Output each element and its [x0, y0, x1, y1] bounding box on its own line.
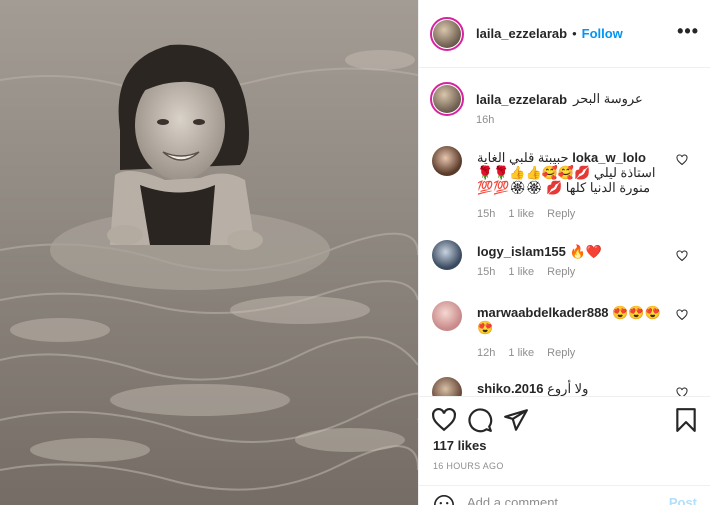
heart-icon[interactable] — [676, 250, 688, 262]
comment-username[interactable]: loka_w_lolo — [572, 150, 646, 165]
bookmark-icon[interactable] — [673, 407, 699, 433]
comment-username[interactable]: logy_islam155 — [477, 244, 566, 259]
comment-meta: 15h 1 like Reply — [477, 208, 585, 220]
comment-text: 🔥❤️ — [569, 244, 602, 259]
comment-meta: 15h 1 like Reply — [477, 266, 585, 278]
heart-icon[interactable] — [431, 407, 457, 433]
post-actions: 117 likes 16 HOURS AGO Post — [419, 396, 710, 505]
comment-body: logy_islam155 🔥❤️ — [477, 244, 672, 259]
comment-avatar[interactable] — [432, 240, 462, 270]
caption-avatar[interactable] — [430, 82, 464, 116]
reply-button[interactable]: Reply — [547, 266, 575, 278]
comment-meta: 12h 1 like Reply — [477, 347, 585, 359]
comment-like-count[interactable]: 1 like — [508, 208, 534, 220]
reply-button[interactable]: Reply — [547, 208, 575, 220]
comment-body: marwaabdelkader888 😍😍😍 😍 — [477, 305, 672, 335]
comment-username[interactable]: marwaabdelkader888 — [477, 305, 609, 320]
comment-time[interactable]: 12h — [477, 347, 495, 359]
heart-icon[interactable] — [676, 309, 688, 321]
caption-text: عروسة البحر — [573, 91, 643, 106]
comment-username[interactable]: shiko.2016 — [477, 381, 544, 396]
emoji-icon[interactable] — [433, 494, 455, 505]
heart-icon[interactable] — [676, 387, 688, 396]
comment-time[interactable]: 15h — [477, 208, 495, 220]
comment-input[interactable] — [467, 492, 657, 505]
comment-time[interactable]: 15h — [477, 266, 495, 278]
more-options-icon[interactable]: ••• — [677, 22, 699, 40]
post-timestamp[interactable]: 16 HOURS AGO — [433, 461, 504, 471]
post-header: laila_ezzelarab • Follow ••• — [419, 0, 710, 68]
comment-avatar[interactable] — [432, 301, 462, 331]
author-username[interactable]: laila_ezzelarab — [476, 26, 567, 41]
photo-girl-in-sea-image — [0, 0, 418, 505]
comment-text: ولا أروع — [547, 381, 589, 396]
comment-body: shiko.2016 ولا أروع — [477, 381, 672, 396]
post-caption: laila_ezzelarab عروسة البحر 16h — [430, 82, 700, 126]
comment-body: loka_w_lolo حبيبتة قلبي الغاية استاذة لي… — [477, 150, 672, 195]
comment-like-count[interactable]: 1 like — [508, 266, 534, 278]
like-count[interactable]: 117 likes — [433, 438, 487, 453]
comment-avatar[interactable] — [432, 377, 462, 396]
caption-username[interactable]: laila_ezzelarab — [476, 92, 567, 107]
reply-button[interactable]: Reply — [547, 347, 575, 359]
separator-dot: • — [572, 26, 577, 41]
comment-avatar[interactable] — [432, 146, 462, 176]
comment-icon[interactable] — [467, 407, 493, 433]
caption-time[interactable]: 16h — [476, 114, 494, 126]
author-avatar[interactable] — [430, 16, 464, 51]
comments-list[interactable]: laila_ezzelarab عروسة البحر 16h loka_w_l… — [419, 68, 710, 396]
add-comment-bar: Post — [419, 485, 710, 505]
post-comment-button[interactable]: Post — [669, 495, 697, 505]
comment-like-count[interactable]: 1 like — [508, 347, 534, 359]
share-icon[interactable] — [503, 407, 529, 433]
post-photo[interactable] — [0, 0, 418, 505]
post-side-panel: laila_ezzelarab • Follow ••• laila_ezzel… — [418, 0, 710, 505]
heart-icon[interactable] — [676, 154, 688, 166]
follow-button[interactable]: Follow — [582, 26, 623, 41]
